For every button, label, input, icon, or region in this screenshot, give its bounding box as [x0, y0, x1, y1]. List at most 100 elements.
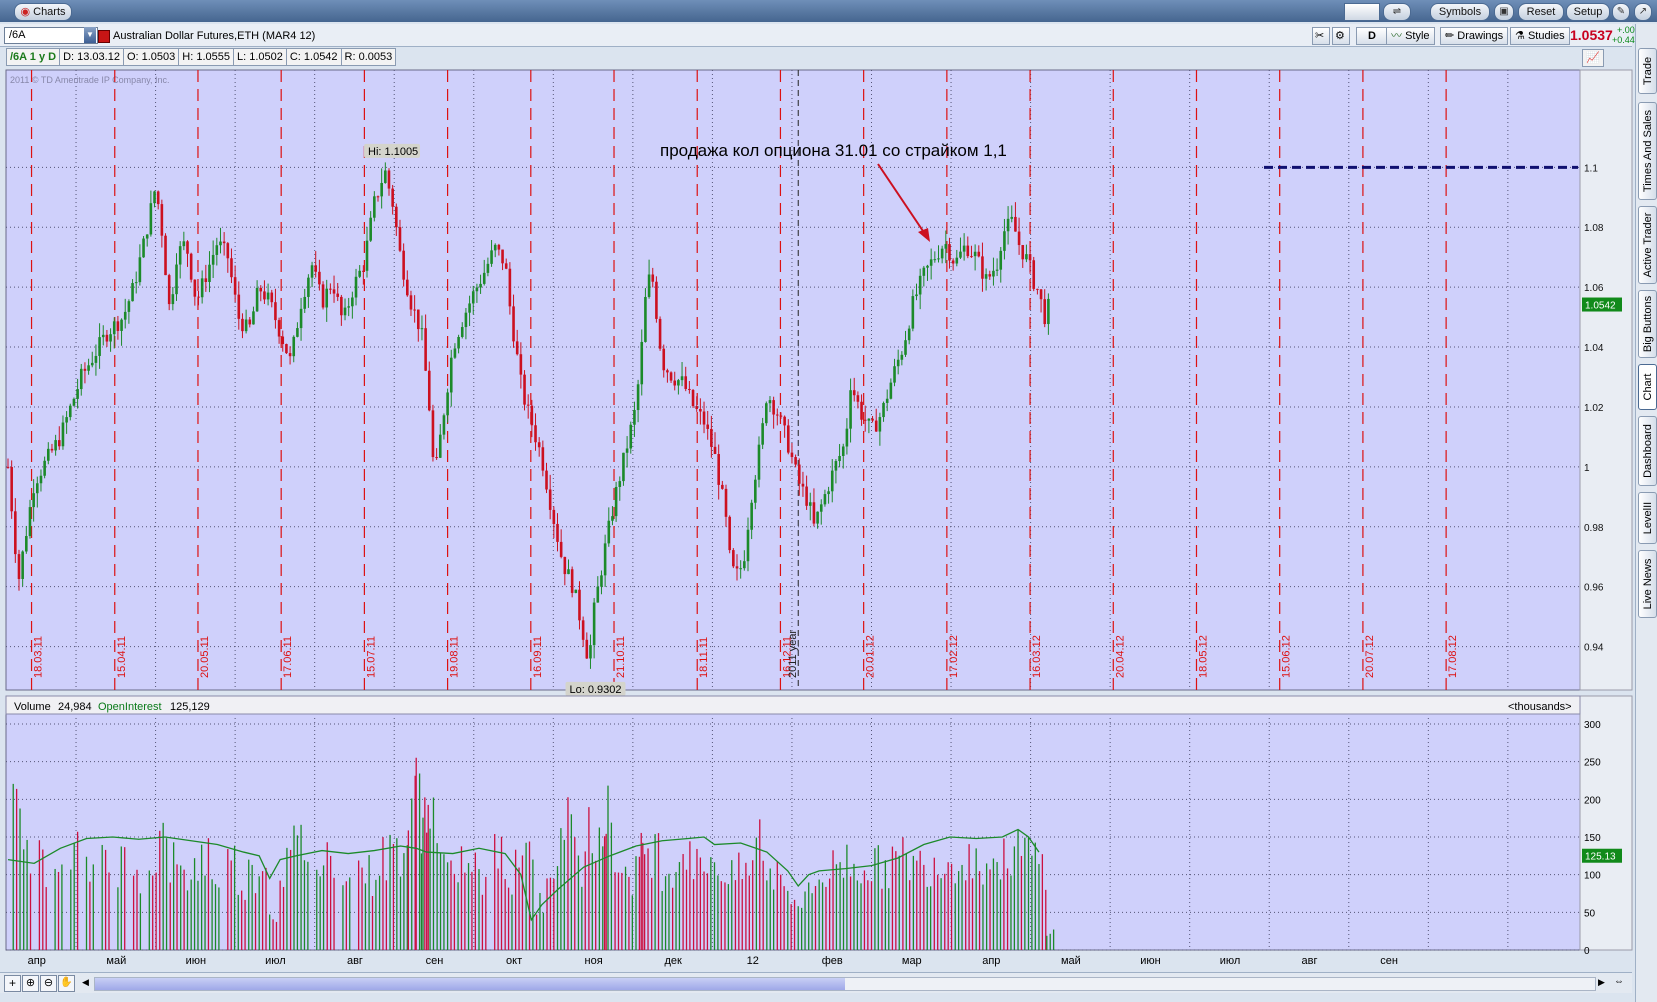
candle-body [783, 416, 786, 426]
candle-body [951, 260, 955, 264]
candle-body [706, 424, 709, 429]
symbols-button[interactable]: Symbols [1430, 3, 1490, 21]
candle-body [666, 370, 669, 373]
candle-body [808, 502, 812, 506]
candle-body [395, 206, 398, 228]
candle-body [940, 248, 944, 259]
candle-body [633, 410, 636, 425]
volume-tick-label: 200 [1584, 795, 1601, 806]
candle-body [296, 328, 299, 337]
studies-button[interactable]: ⚗ Studies [1510, 27, 1570, 45]
crosshair-tool-icon[interactable]: + [4, 975, 21, 992]
candle-body [984, 274, 988, 279]
scrollbar-thumb[interactable] [95, 978, 845, 990]
tab-trade[interactable]: Trade [1638, 48, 1657, 94]
candle-body [219, 241, 222, 246]
zoom-in-icon[interactable]: ⊕ [22, 975, 39, 992]
tab-big-buttons[interactable]: Big Buttons [1638, 290, 1657, 358]
zoom-out-icon[interactable]: ⊖ [40, 975, 57, 992]
tab-times-and-sales[interactable]: Times And Sales [1638, 102, 1657, 200]
expand-icon[interactable]: ⇔ [1614, 976, 1624, 987]
tab-big-buttons-label: Big Buttons [1641, 295, 1654, 353]
price-panel-bg[interactable] [5, 69, 1581, 691]
candle-body [402, 250, 405, 280]
pan-hand-icon[interactable]: ✋ [58, 975, 75, 992]
setup-button[interactable]: Setup [1566, 3, 1610, 21]
print-icon[interactable]: ▣ [1494, 3, 1514, 21]
horizontal-scrollbar[interactable] [94, 977, 1596, 991]
style-button[interactable]: 〰 Style [1386, 27, 1435, 45]
link-icon[interactable]: ⇌ [1383, 3, 1411, 21]
candle-body [369, 217, 372, 241]
month-label: сен [426, 955, 444, 967]
drawings-button[interactable]: ✏ Drawings [1440, 27, 1509, 45]
candle-body [592, 602, 596, 646]
candle-body [288, 353, 292, 357]
candle-body [607, 520, 611, 544]
date-marker-label: 15.06.12 [1281, 635, 1293, 678]
candle-body [471, 291, 475, 304]
candle-body [449, 357, 453, 393]
candle-body [545, 470, 548, 490]
scroll-left-icon[interactable]: ◀ [82, 977, 89, 988]
chart-settings-icon[interactable]: 📈 [1582, 49, 1604, 67]
candle-body [699, 408, 702, 412]
candle-body [548, 489, 552, 510]
candle-body [812, 502, 816, 524]
candle-body [68, 405, 72, 418]
candle-body [479, 283, 482, 288]
date-marker-label: 16.09.11 [532, 636, 544, 678]
crosshair-icon[interactable]: ✂ [1312, 27, 1330, 45]
candle-body [197, 296, 200, 298]
reset-button[interactable]: Reset [1518, 3, 1564, 21]
candle-body [658, 318, 662, 349]
tab-chart[interactable]: Chart [1638, 364, 1657, 410]
period-button[interactable]: D [1356, 27, 1388, 45]
candle-body [25, 536, 28, 552]
candle-body [351, 297, 354, 307]
candle-body [90, 362, 94, 366]
candle-body [614, 486, 618, 517]
candle-body [651, 274, 655, 282]
high-value: H: 1.0555 [178, 48, 234, 66]
candle-body [933, 259, 937, 261]
candle-body [970, 256, 973, 258]
candle-body [347, 306, 350, 308]
candle-body [662, 348, 666, 371]
symbol-dropdown-icon[interactable]: ▼ [84, 27, 96, 43]
candle-body [409, 295, 413, 310]
tab-active-trader[interactable]: Active Trader [1638, 206, 1657, 284]
month-label: май [106, 955, 126, 967]
candle-body [882, 402, 885, 418]
candle-body [486, 263, 490, 273]
pin-icon[interactable]: ✎ [1612, 3, 1630, 21]
candle-body [1032, 260, 1036, 289]
candle-body [241, 318, 244, 332]
candle-body [252, 311, 255, 325]
symbol-description: Australian Dollar Futures,ETH (MAR4 12) [113, 30, 316, 42]
range-value: R: 0.0053 [340, 48, 397, 66]
candle-body [1036, 288, 1039, 290]
candle-body [1047, 298, 1050, 325]
scroll-right-icon[interactable]: ▶ [1598, 977, 1605, 988]
price-tick-label: 1.06 [1584, 283, 1604, 294]
settings-icon[interactable]: ⚙ [1332, 27, 1350, 45]
candle-body [285, 344, 288, 354]
tab-dashboard[interactable]: Dashboard [1638, 416, 1657, 486]
candle-body [786, 425, 790, 453]
candle-body [493, 244, 497, 251]
candle-body [222, 241, 226, 244]
chart-area[interactable]: 2011 © TD Ameritrade IP Company, Inc. 18… [0, 66, 1635, 972]
date-marker-label: 17.06.11 [282, 636, 294, 678]
color-swatch[interactable] [1344, 3, 1380, 21]
price-tick-label: 0.96 [1584, 583, 1604, 594]
charts-tab[interactable]: ◉ Charts [14, 3, 72, 21]
candle-body [39, 475, 43, 484]
tab-levelii[interactable]: LevelII [1638, 492, 1657, 544]
month-label: фев [822, 955, 843, 967]
period-label[interactable]: /6A 1 y D [6, 48, 61, 66]
detach-icon[interactable]: ↗ [1634, 3, 1652, 21]
candle-body [578, 589, 581, 621]
tab-live-news[interactable]: Live News [1638, 550, 1657, 618]
open-interest-label: OpenInterest [98, 701, 162, 713]
